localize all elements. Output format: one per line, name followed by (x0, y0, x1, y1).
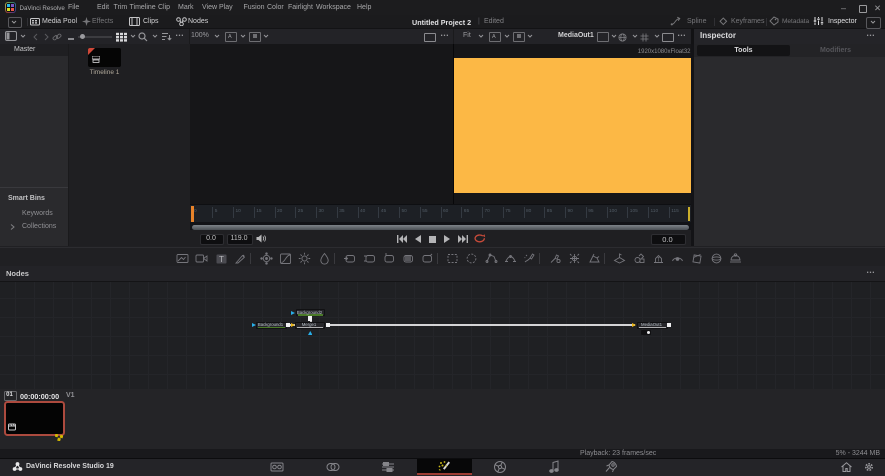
svg-text:T: T (219, 255, 224, 264)
svg-text:T: T (657, 257, 661, 263)
